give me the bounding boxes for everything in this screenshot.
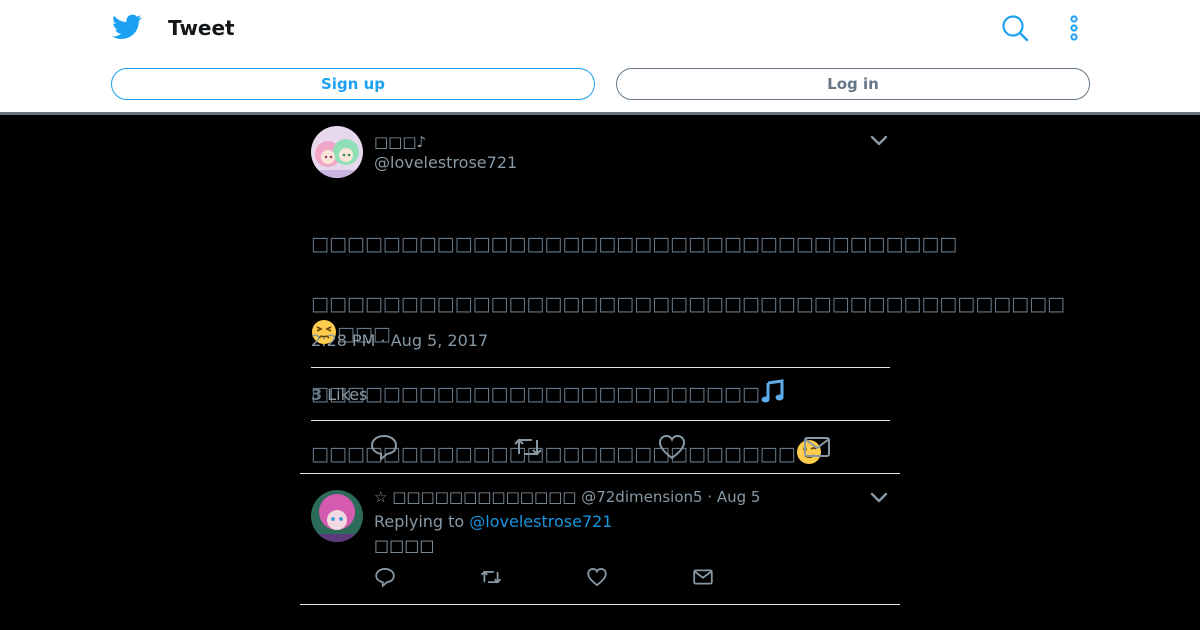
- reply-share-button[interactable]: [692, 566, 714, 588]
- share-button[interactable]: [802, 432, 832, 462]
- tweet-line-3-text: □□□□□□□□□□□□□□□□□□□□□□□□□: [311, 383, 760, 405]
- tweet-author-name[interactable]: □□□♪: [374, 133, 426, 151]
- like-button[interactable]: [657, 432, 687, 462]
- musical-notes-emoji-icon: [761, 379, 784, 403]
- tweet-column: □□□♪ @lovelestrose721 □□□□□□□□□□□□□□□□□□…: [300, 115, 1065, 630]
- reply-author-avatar[interactable]: [311, 490, 363, 542]
- likes-label: Likes: [327, 385, 368, 404]
- likes-count: 3: [311, 385, 323, 404]
- sign-up-button[interactable]: Sign up: [111, 68, 595, 100]
- search-icon[interactable]: [1001, 14, 1029, 42]
- reply-meta[interactable]: ☆ □□□□□□□□□□□□□ @72dimension5 · Aug 5: [374, 488, 760, 506]
- reply-button[interactable]: [369, 432, 399, 462]
- replying-prefix: Replying to: [374, 512, 465, 531]
- mail-icon: [804, 437, 830, 457]
- chevron-down-icon[interactable]: [870, 490, 888, 504]
- reply-text: □□□□: [374, 536, 435, 555]
- tweet-author-handle[interactable]: @lovelestrose721: [374, 153, 517, 172]
- heart-icon: [587, 568, 607, 587]
- likes-summary[interactable]: 3 Likes: [311, 385, 367, 404]
- log-in-button[interactable]: Log in: [616, 68, 1090, 100]
- reply-icon: [375, 568, 395, 588]
- divider: [311, 420, 890, 421]
- more-vertical-icon[interactable]: [1062, 14, 1086, 42]
- divider: [300, 473, 900, 474]
- top-bar: Tweet Sign up Log in: [0, 0, 1200, 112]
- retweet-icon: [480, 570, 502, 584]
- page-title: Tweet: [168, 16, 235, 40]
- twitter-bird-icon[interactable]: [112, 14, 142, 40]
- tweet-author-avatar[interactable]: [311, 126, 363, 178]
- tweet-timestamp[interactable]: 2:28 PM · Aug 5, 2017: [311, 331, 488, 350]
- reply-reply-button[interactable]: [374, 566, 396, 588]
- mail-icon: [693, 569, 713, 585]
- divider: [311, 367, 890, 368]
- replying-to: Replying to @lovelestrose721: [374, 512, 612, 531]
- replying-handle-link[interactable]: @lovelestrose721: [469, 512, 612, 531]
- tweet-line-1: □□□□□□□□□□□□□□□□□□□□□□□□□□□□□□□□□□□□: [311, 233, 958, 255]
- reply-icon: [370, 434, 398, 462]
- tweet-line-3: □□□□□□□□□□□□□□□□□□□□□□□□□: [311, 379, 891, 409]
- reply-retweet-button[interactable]: [480, 566, 502, 588]
- reply-like-button[interactable]: [586, 566, 608, 588]
- retweet-button[interactable]: [513, 432, 543, 462]
- divider: [300, 604, 900, 605]
- chevron-down-icon[interactable]: [870, 133, 888, 147]
- retweet-icon: [514, 438, 542, 456]
- tweet-line-2-text: □□□□□□□□□□□□□□□□□□□□□□□□□□□□□□□□□□□□□□□□…: [311, 293, 1065, 315]
- heart-icon: [658, 434, 686, 460]
